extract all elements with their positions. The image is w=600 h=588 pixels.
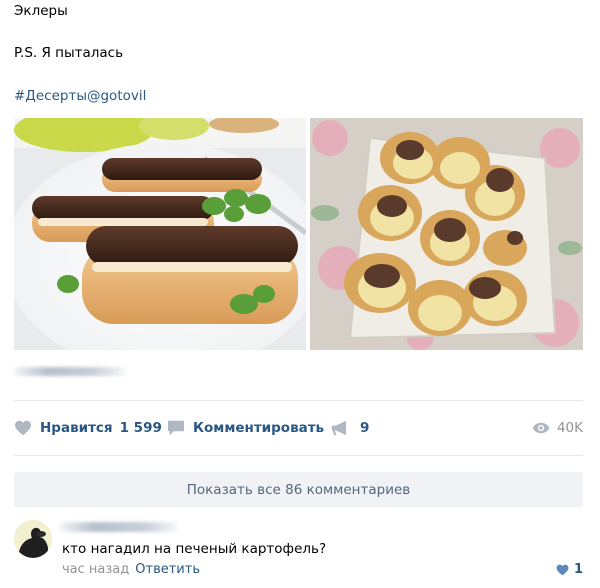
comment-like-button[interactable]: 1	[556, 562, 583, 577]
share-button[interactable]: 9	[331, 418, 369, 438]
share-count: 9	[360, 420, 370, 436]
post-hashtag-link[interactable]: #Десерты@gotovil	[14, 88, 146, 104]
views-count: 40K	[556, 420, 583, 436]
eye-icon	[532, 422, 550, 434]
actions-top-divider	[14, 400, 583, 401]
eclair-back	[102, 158, 262, 192]
comment-label: Комментировать	[193, 420, 325, 436]
comment-meta: час назад Ответить	[62, 562, 200, 577]
heart-icon	[15, 420, 31, 436]
reply-link[interactable]: Ответить	[135, 562, 200, 577]
like-button[interactable]: Нравится 1 599	[14, 418, 162, 438]
blurred-commenter-name[interactable]	[60, 522, 178, 532]
like-label: Нравится	[40, 420, 113, 436]
megaphone-icon	[331, 420, 347, 436]
photo-homemade-attempt[interactable]	[310, 118, 583, 350]
blurred-author-name	[14, 367, 126, 376]
like-count: 1 599	[119, 420, 162, 436]
photo-eclairs[interactable]	[14, 118, 306, 350]
avatar[interactable]	[14, 520, 52, 558]
comment-icon	[168, 420, 184, 436]
eclair-front	[82, 226, 298, 324]
comment-time[interactable]: час назад	[62, 562, 129, 577]
comment-text: кто нагадил на печеный картофель?	[62, 541, 327, 557]
heart-icon	[556, 564, 569, 575]
show-all-comments-button[interactable]: Показать все 86 комментариев	[14, 472, 583, 507]
post-text-title: Эклеры	[14, 3, 68, 19]
actions-bottom-divider	[14, 455, 583, 456]
comment-button[interactable]: Комментировать	[167, 418, 324, 438]
comment-like-count: 1	[573, 562, 583, 577]
views-counter: 40K	[532, 418, 583, 438]
post-text-ps: P.S. Я пыталась	[14, 45, 124, 61]
